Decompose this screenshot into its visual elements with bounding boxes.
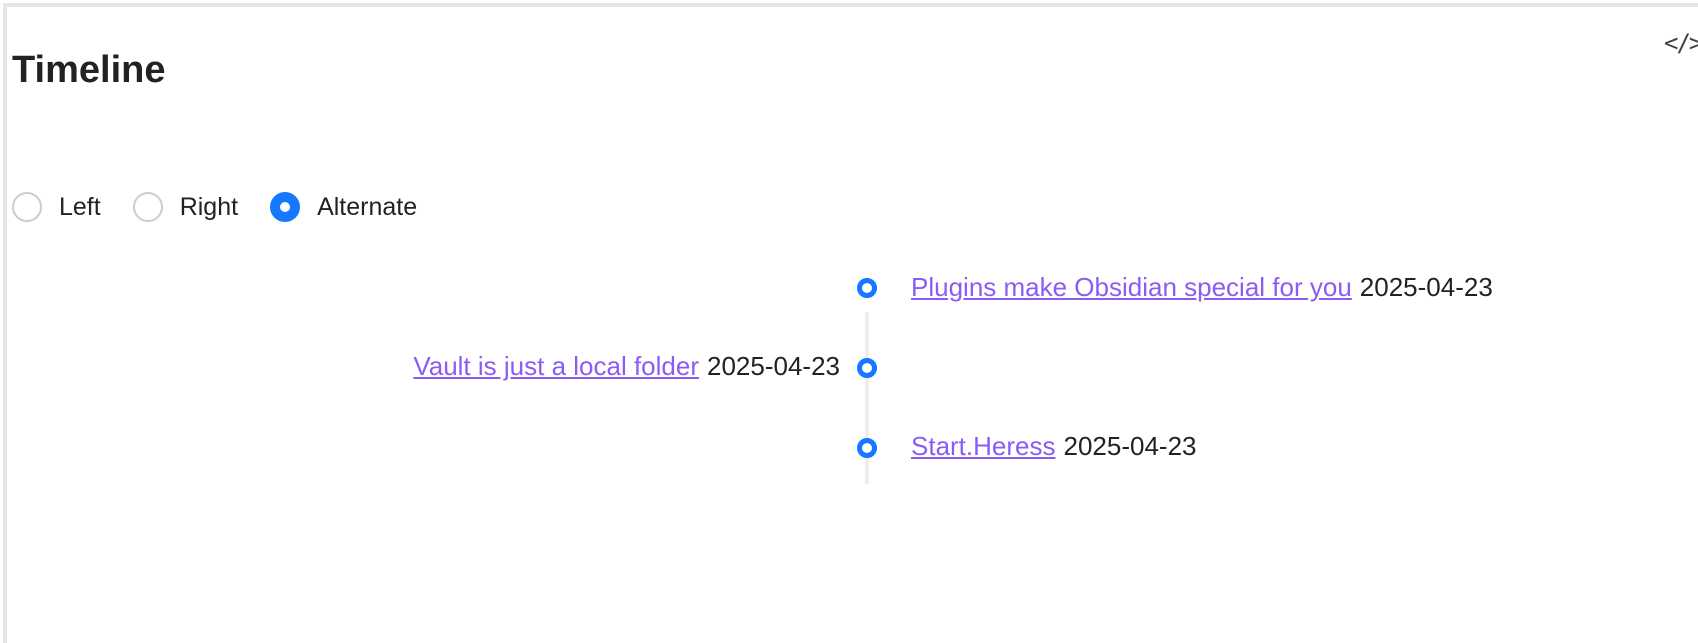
radio-alternate-label: Alternate bbox=[317, 192, 418, 221]
radio-right-circle[interactable] bbox=[132, 192, 163, 222]
timeline-item: Plugins make Obsidian special for you 202… bbox=[911, 270, 1493, 304]
timeline-item: Start.Heress 2025-04-23 bbox=[911, 429, 1197, 463]
code-icon[interactable]: </> bbox=[1664, 29, 1698, 57]
timeline-dot bbox=[857, 358, 877, 378]
radio-right-label: Right bbox=[179, 192, 239, 221]
timeline-dot bbox=[857, 438, 877, 458]
timeline-card: </> Timeline Left Right Alternate Plugin… bbox=[3, 3, 1698, 643]
timeline-item-link[interactable]: Vault is just a local folder bbox=[413, 351, 699, 381]
timeline-line bbox=[865, 312, 869, 484]
timeline-item-date: 2025-04-23 bbox=[707, 351, 840, 381]
radio-alternate[interactable]: Alternate bbox=[270, 192, 417, 222]
timeline-item-link[interactable]: Plugins make Obsidian special for you bbox=[911, 272, 1352, 302]
timeline-item-date: 2025-04-23 bbox=[1063, 431, 1197, 461]
radio-left-label: Left bbox=[59, 192, 101, 221]
radio-alternate-circle[interactable] bbox=[270, 192, 301, 222]
radio-left[interactable]: Left bbox=[12, 192, 101, 222]
timeline-item: Vault is just a local folder 2025-04-23 bbox=[413, 349, 840, 383]
timeline-item-date: 2025-04-23 bbox=[1359, 272, 1493, 302]
page-title: Timeline bbox=[12, 49, 166, 91]
radio-right[interactable]: Right bbox=[132, 192, 239, 222]
radio-left-circle[interactable] bbox=[12, 192, 42, 222]
mode-radio-group: Left Right Alternate bbox=[12, 190, 449, 224]
timeline-dot bbox=[857, 278, 877, 298]
timeline-item-link[interactable]: Start.Heress bbox=[911, 431, 1056, 461]
